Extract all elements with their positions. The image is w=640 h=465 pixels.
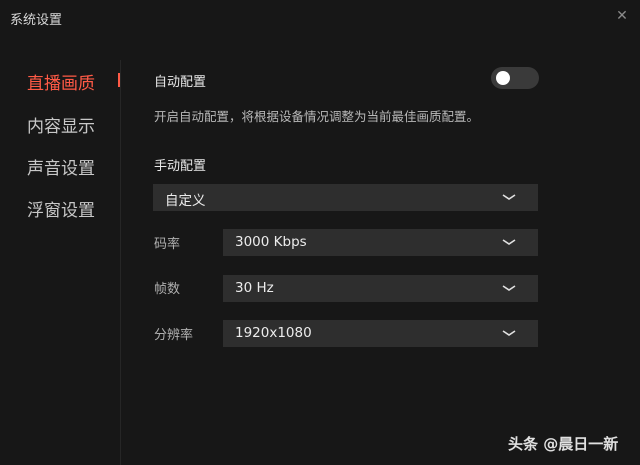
chevron-down-icon (502, 239, 516, 245)
watermark: 头条 @晨日一新 (508, 435, 619, 453)
resolution-value: 1920x1080 (235, 325, 312, 341)
preset-select[interactable]: 自定义 (153, 184, 538, 211)
sidebar-item-label: 声音设置 (27, 159, 95, 179)
sidebar-item-content-display[interactable]: 内容显示 (27, 112, 95, 137)
toggle-knob (496, 71, 510, 85)
sidebar-item-stream-quality[interactable]: 直播画质 (27, 69, 95, 94)
resolution-select[interactable]: 1920x1080 (223, 320, 538, 347)
chevron-down-icon (502, 194, 516, 200)
bitrate-select[interactable]: 3000 Kbps (223, 229, 538, 256)
manual-config-label: 手动配置 (154, 159, 207, 174)
auto-config-description: 开启自动配置，将根据设备情况调整为当前最佳画质配置。 (154, 109, 480, 124)
sidebar-item-floating-window[interactable]: 浮窗设置 (27, 196, 95, 221)
sidebar-item-label: 直播画质 (27, 74, 95, 94)
close-icon[interactable]: ✕ (612, 6, 632, 26)
preset-value: 自定义 (165, 193, 206, 209)
chevron-down-icon (502, 285, 516, 291)
bitrate-label: 码率 (154, 237, 181, 252)
sidebar-item-label: 内容显示 (27, 117, 95, 137)
framerate-value: 30 Hz (235, 280, 274, 296)
resolution-label: 分辨率 (154, 328, 194, 343)
auto-config-label: 自动配置 (154, 75, 207, 90)
title-bar: 系统设置 ✕ (0, 0, 640, 34)
sidebar-item-sound-settings[interactable]: 声音设置 (27, 154, 95, 179)
sidebar-item-label: 浮窗设置 (27, 201, 95, 221)
framerate-select[interactable]: 30 Hz (223, 275, 538, 302)
settings-window: 系统设置 ✕ 直播画质 内容显示 声音设置 浮窗设置 自动配置 开启自动配置，将… (0, 0, 640, 465)
sidebar: 直播画质 内容显示 声音设置 浮窗设置 (0, 60, 122, 465)
sidebar-divider (120, 60, 121, 465)
auto-config-toggle[interactable] (491, 67, 539, 89)
bitrate-value: 3000 Kbps (235, 234, 307, 250)
chevron-down-icon (502, 330, 516, 336)
framerate-label: 帧数 (154, 282, 181, 297)
window-title: 系统设置 (10, 13, 63, 28)
